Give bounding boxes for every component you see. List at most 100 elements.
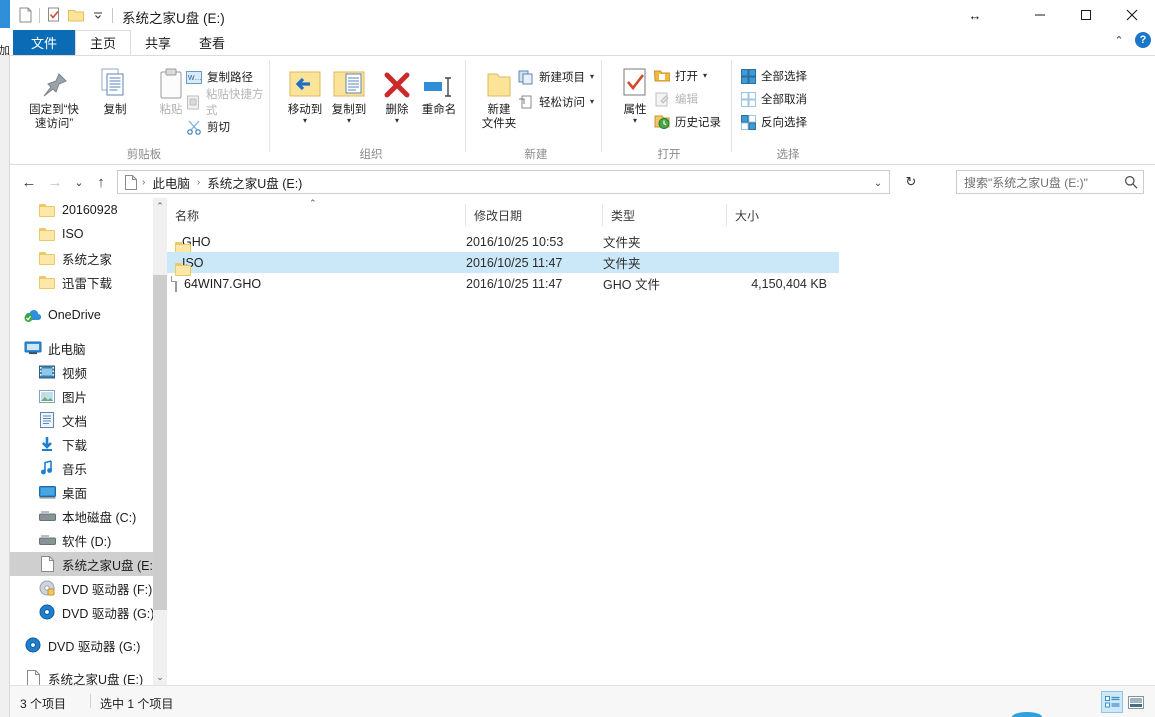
close-button[interactable]: [1109, 0, 1155, 30]
search-icon[interactable]: [1123, 174, 1139, 190]
pictures-icon: [38, 387, 56, 405]
copy-path-button[interactable]: W… 复制路径: [186, 66, 253, 88]
refresh-button[interactable]: ↻: [900, 171, 922, 193]
scroll-down-icon[interactable]: ⌄: [153, 669, 167, 685]
sidebar-item-local-disk-c[interactable]: 本地磁盘 (C:): [10, 504, 153, 528]
history-button[interactable]: 历史记录: [654, 111, 721, 133]
easy-access-label: 轻松访问: [539, 94, 585, 110]
scrollbar-thumb[interactable]: [153, 275, 167, 610]
open-icon: [654, 68, 670, 84]
cut-label: 剪切: [207, 119, 230, 135]
copy-button[interactable]: 复制: [86, 60, 144, 117]
rename-button[interactable]: 重命名: [410, 60, 468, 117]
sidebar-item-videos[interactable]: 视频: [10, 360, 153, 384]
column-header-date-modified[interactable]: 修改日期: [466, 204, 603, 226]
sidebar-item-dvd-drive-g-root[interactable]: DVD 驱动器 (G:): [10, 633, 153, 657]
sidebar-label: 下载: [62, 435, 87, 454]
chevron-down-icon[interactable]: [87, 4, 109, 26]
select-none-button[interactable]: 全部取消: [740, 88, 807, 110]
sidebar-item-usb-drive-e-root[interactable]: 系统之家U盘 (E:): [10, 666, 153, 685]
table-row[interactable]: GHO 2016/10/25 10:53 文件夹: [167, 231, 839, 252]
sidebar-item-xunlei-download[interactable]: 迅雷下载: [10, 270, 153, 294]
search-input[interactable]: 搜索"系统之家U盘 (E:)": [956, 170, 1144, 194]
back-button[interactable]: ←: [18, 171, 40, 193]
sidebar-item-software-d[interactable]: 软件 (D:): [10, 528, 153, 552]
rename-label: 重命名: [410, 103, 468, 117]
new-folder-icon[interactable]: [65, 4, 87, 26]
tab-home[interactable]: 主页: [75, 30, 131, 55]
maximize-button[interactable]: [1063, 0, 1109, 30]
qat-separator: [39, 8, 40, 23]
column-header-name[interactable]: 名称 ⌃: [167, 204, 466, 226]
breadcrumb-item-usb-drive[interactable]: 系统之家U盘 (E:): [205, 173, 304, 192]
scroll-up-icon[interactable]: ⌃: [153, 198, 167, 214]
file-date-cell: 2016/10/25 10:53: [466, 235, 563, 249]
invert-selection-button[interactable]: 反向选择: [740, 111, 807, 133]
sidebar-item-usb-drive-e[interactable]: 系统之家U盘 (E:): [10, 552, 153, 576]
help-icon[interactable]: ?: [1135, 32, 1151, 48]
column-header-type[interactable]: 类型: [603, 204, 727, 226]
edit-button[interactable]: 编辑: [654, 88, 698, 110]
sidebar-label: DVD 驱动器 (G:): [48, 636, 140, 655]
column-headers: 名称 ⌃ 修改日期 类型 大小: [167, 204, 1155, 226]
properties-icon[interactable]: [43, 4, 65, 26]
breadcrumb-item-this-pc[interactable]: 此电脑: [150, 173, 192, 192]
open-button[interactable]: 打开 ▾: [654, 65, 707, 87]
dvd-blue-icon: [38, 603, 56, 621]
breadcrumb-root-icon[interactable]: [118, 175, 137, 190]
sidebar-item-desktop[interactable]: 桌面: [10, 480, 153, 504]
select-all-button[interactable]: 全部选择: [740, 65, 807, 87]
background-window[interactable]: 加: [0, 0, 10, 717]
ribbon: 固定到“快速访问” 复制 粘贴 W…: [10, 55, 1155, 165]
select-none-icon: [740, 91, 756, 107]
sidebar-item-onedrive[interactable]: OneDrive: [10, 303, 153, 327]
ribbon-group-open: 属性 ▾ 打开 ▾ 编辑: [606, 56, 732, 164]
sidebar-item-documents[interactable]: 文档: [10, 408, 153, 432]
sidebar-label: ISO: [62, 227, 84, 241]
file-type-cell: 文件夹: [603, 232, 641, 251]
group-label-select: 选择: [736, 146, 840, 162]
file-rows: GHO 2016/10/25 10:53 文件夹 ISO 2016/10/25 …: [167, 231, 1155, 294]
sidebar-item-dvd-drive-f[interactable]: DVD 驱动器 (F:): [10, 576, 153, 600]
pin-to-quick-access-button[interactable]: 固定到“快速访问”: [22, 60, 86, 131]
paste-shortcut-button[interactable]: 粘贴快捷方式: [186, 91, 270, 113]
breadcrumb-dropdown-icon[interactable]: ⌄: [868, 172, 888, 194]
forward-button[interactable]: →: [44, 171, 66, 193]
sidebar-item-iso[interactable]: ISO: [10, 222, 153, 246]
minimize-button[interactable]: [1017, 0, 1063, 30]
cut-button[interactable]: 剪切: [186, 116, 230, 138]
tab-view[interactable]: 查看: [185, 30, 239, 55]
details-view-button[interactable]: [1101, 691, 1123, 713]
collapse-ribbon-icon[interactable]: ⌃: [1111, 34, 1127, 47]
tab-file[interactable]: 文件: [13, 30, 75, 55]
table-row[interactable]: 64WIN7.GHO 2016/10/25 11:47 GHO 文件 4,150…: [167, 273, 839, 294]
sidebar-item-this-pc[interactable]: 此电脑: [10, 336, 153, 360]
breadcrumb[interactable]: › 此电脑 › 系统之家U盘 (E:) ⌄: [117, 170, 890, 194]
recent-locations-button[interactable]: ⌄: [68, 171, 90, 193]
delete-caret-icon[interactable]: ▾: [368, 117, 426, 125]
new-item-caret-icon[interactable]: ▾: [590, 73, 594, 81]
up-button[interactable]: ↑: [90, 171, 112, 193]
column-header-size[interactable]: 大小: [727, 204, 837, 226]
easy-access-button[interactable]: 轻松访问 ▾: [518, 91, 594, 113]
pin-label: 固定到“快速访问”: [22, 103, 86, 131]
large-icons-view-button[interactable]: [1125, 691, 1147, 713]
easy-access-caret-icon[interactable]: ▾: [590, 98, 594, 106]
invert-selection-icon: [740, 114, 756, 130]
new-item-button[interactable]: 新建项目 ▾: [518, 66, 594, 88]
sidebar-item-pictures[interactable]: 图片: [10, 384, 153, 408]
open-caret-icon[interactable]: ▾: [703, 72, 707, 80]
content-area: 20160928 ISO 系统之家 迅雷下载: [10, 198, 1155, 685]
onedrive-icon: [24, 306, 42, 324]
sort-indicator-icon: ⌃: [309, 198, 317, 209]
sidebar-item-xitongzhijia[interactable]: 系统之家: [10, 246, 153, 270]
sidebar-item-music[interactable]: 音乐: [10, 456, 153, 480]
sidebar-item-20160928[interactable]: 20160928: [10, 198, 153, 222]
document-icon[interactable]: [14, 4, 36, 26]
table-row[interactable]: ISO 2016/10/25 11:47 文件夹: [167, 252, 839, 273]
navigation-scrollbar[interactable]: ⌃ ⌄: [153, 198, 167, 685]
sidebar-item-dvd-drive-g[interactable]: DVD 驱动器 (G:): [10, 600, 153, 624]
tab-share[interactable]: 共享: [131, 30, 185, 55]
file-list-pane: 名称 ⌃ 修改日期 类型 大小 GHO 2016/10/25 10:53 文: [167, 198, 1155, 685]
sidebar-item-downloads[interactable]: 下载: [10, 432, 153, 456]
